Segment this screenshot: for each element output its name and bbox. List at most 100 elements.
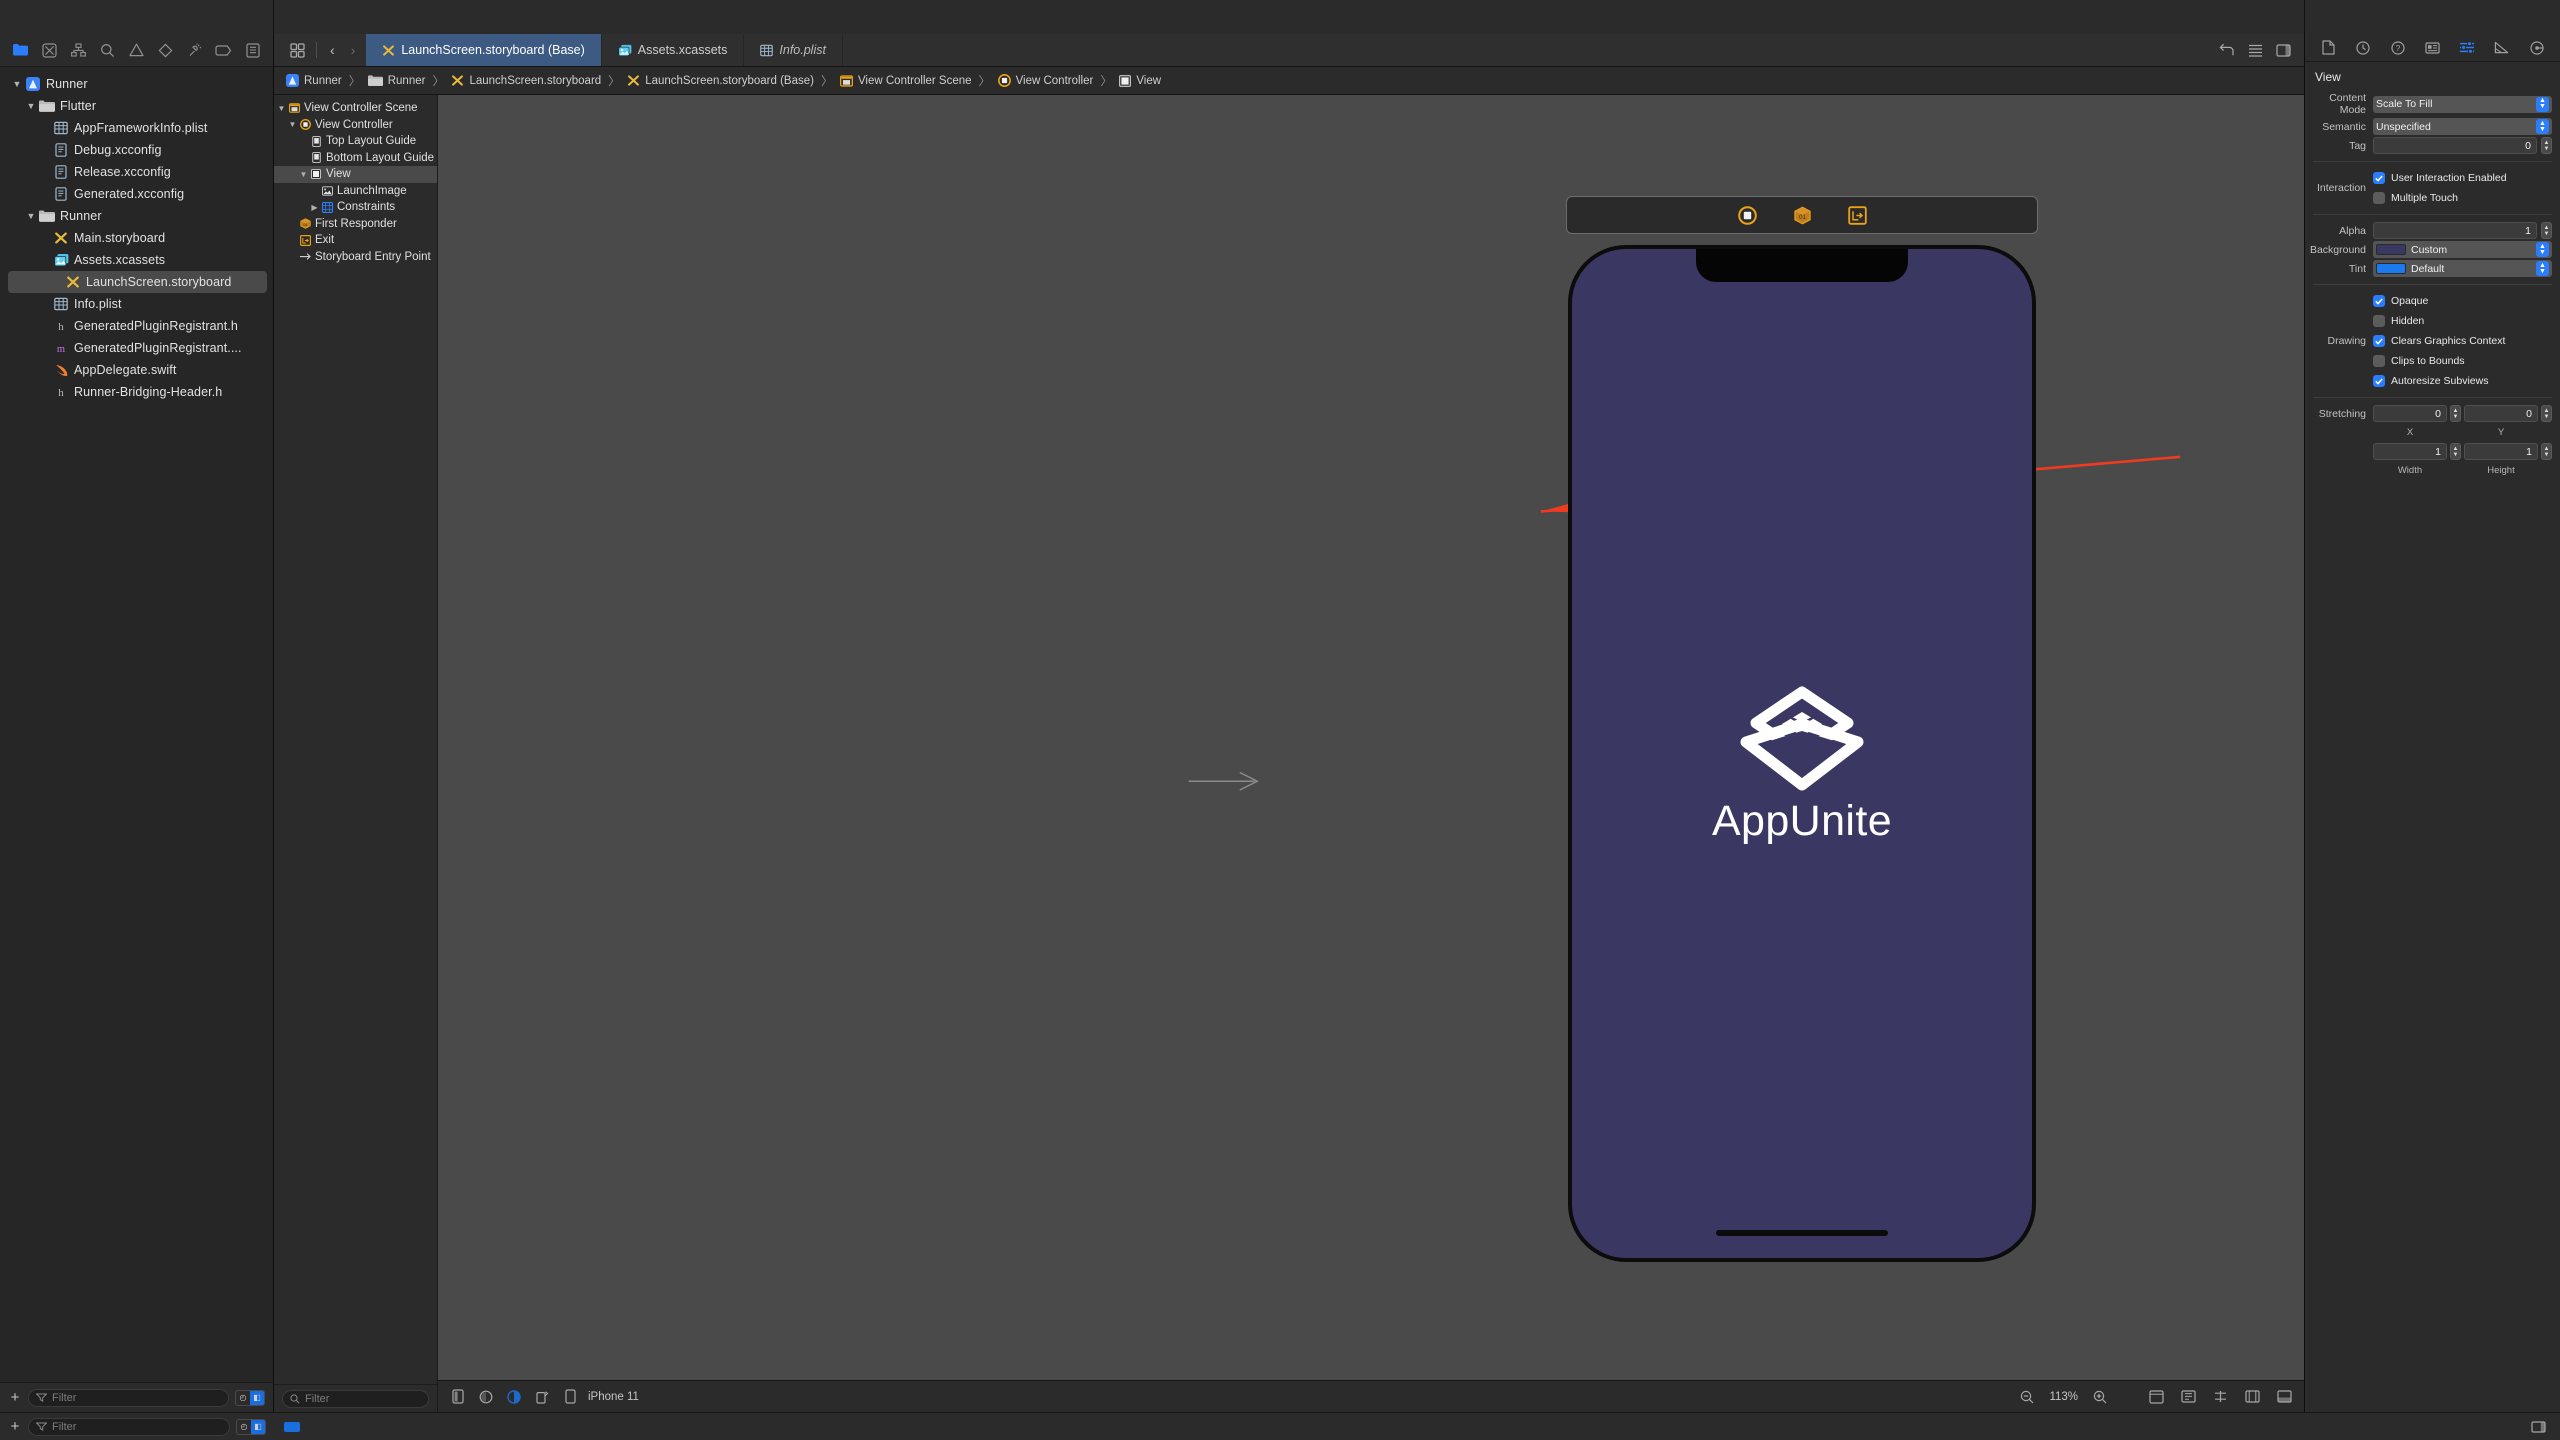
variations-icon[interactable] bbox=[2146, 1387, 2166, 1407]
search-icon[interactable] bbox=[93, 35, 122, 65]
file-tree-row[interactable]: Release.xcconfig bbox=[0, 161, 273, 183]
inspector-toggle-icon[interactable] bbox=[2528, 1417, 2548, 1437]
device-preview-iphone[interactable]: AppUnite bbox=[1568, 245, 2036, 1262]
opaque-checkbox[interactable] bbox=[2373, 295, 2385, 307]
editor-tab[interactable]: Assets.xcassets bbox=[602, 34, 745, 66]
breadcrumb-item[interactable]: Runner bbox=[367, 74, 425, 87]
stretch-y-stepper[interactable]: ▲ ▼ bbox=[2541, 405, 2552, 422]
test-diamond-icon[interactable] bbox=[151, 35, 180, 65]
file-tree-row[interactable]: Info.plist bbox=[0, 293, 273, 315]
disclosure-triangle[interactable]: ▼ bbox=[298, 170, 309, 179]
autoresize-checkbox-row[interactable]: Autoresize Subviews bbox=[2373, 372, 2488, 390]
multiple-touch-checkbox[interactable] bbox=[2373, 192, 2385, 204]
multiple-touch-checkbox-row[interactable]: Multiple Touch bbox=[2373, 189, 2458, 207]
filter-recent-button[interactable]: ◴ bbox=[236, 1391, 250, 1405]
jump-bar-breadcrumb[interactable]: Runner 〉 Runner 〉 LaunchScreen.storyboard 〉 La… bbox=[274, 67, 2304, 95]
outline-row[interactable]: ▼ View Controller bbox=[274, 117, 437, 134]
tag-stepper[interactable]: ▲ ▼ bbox=[2541, 137, 2552, 154]
filter-input-wrapper[interactable]: Filter bbox=[28, 1388, 229, 1407]
exit-icon[interactable] bbox=[1847, 205, 1867, 225]
navigate-forward-button[interactable]: › bbox=[344, 42, 363, 58]
assistant-editor-icon[interactable] bbox=[2270, 37, 2296, 63]
opaque-checkbox-row[interactable]: Opaque bbox=[2373, 292, 2428, 310]
add-button[interactable]: + bbox=[8, 1418, 22, 1435]
symbol-hierarchy-icon[interactable] bbox=[64, 35, 93, 65]
source-control-icon[interactable] bbox=[35, 35, 64, 65]
file-tree-row[interactable]: h Runner-Bridging-Header.h bbox=[0, 381, 273, 403]
status-recent-button[interactable]: ◴ bbox=[237, 1420, 251, 1434]
file-tree-row[interactable]: Assets.xcassets bbox=[0, 249, 273, 271]
outline-row[interactable]: Bottom Layout Guide bbox=[274, 150, 437, 167]
file-tree-row[interactable]: h GeneratedPluginRegistrant.h bbox=[0, 315, 273, 337]
add-constraints-icon[interactable] bbox=[2242, 1387, 2262, 1407]
alpha-input[interactable]: 1 bbox=[2373, 222, 2537, 239]
outline-row[interactable]: Top Layout Guide bbox=[274, 133, 437, 150]
disclosure-triangle[interactable]: ▼ bbox=[10, 79, 24, 89]
device-orientation-icon[interactable] bbox=[448, 1387, 468, 1407]
outline-filter-input[interactable]: Filter bbox=[282, 1389, 429, 1408]
hidden-checkbox-row[interactable]: Hidden bbox=[2373, 312, 2424, 330]
zoom-out-icon[interactable] bbox=[2017, 1387, 2037, 1407]
device-name-label[interactable]: iPhone 11 bbox=[588, 1391, 639, 1403]
file-tree-row[interactable]: Debug.xcconfig bbox=[0, 139, 273, 161]
semantic-select[interactable]: Unspecified ▲ ▼ bbox=[2373, 118, 2552, 135]
user-interaction-checkbox-row[interactable]: User Interaction Enabled bbox=[2373, 169, 2507, 187]
editor-options-icon[interactable] bbox=[2242, 37, 2268, 63]
clips-bounds-checkbox[interactable] bbox=[2373, 355, 2385, 367]
outline-row[interactable]: Storyboard Entry Point bbox=[274, 249, 437, 266]
user-interaction-checkbox[interactable] bbox=[2373, 172, 2385, 184]
stretch-width-input[interactable]: 1 bbox=[2373, 443, 2447, 460]
disclosure-triangle[interactable]: ▶ bbox=[309, 203, 320, 212]
tag-input[interactable]: 0 bbox=[2373, 137, 2537, 154]
stretch-height-input[interactable]: 1 bbox=[2464, 443, 2538, 460]
report-icon[interactable] bbox=[238, 35, 267, 65]
disclosure-triangle[interactable]: ▼ bbox=[276, 104, 287, 113]
quick-help-icon[interactable]: ? bbox=[2386, 37, 2410, 59]
breadcrumb-item[interactable]: LaunchScreen.storyboard (Base) bbox=[627, 74, 814, 87]
folder-icon[interactable] bbox=[6, 35, 35, 65]
align-icon[interactable] bbox=[2210, 1387, 2230, 1407]
status-filter-input[interactable]: Filter bbox=[28, 1417, 230, 1436]
stretch-x-input[interactable]: 0 bbox=[2373, 405, 2447, 422]
file-tree-row[interactable]: m GeneratedPluginRegistrant.... bbox=[0, 337, 273, 359]
appearance-toggle-icon[interactable] bbox=[504, 1387, 524, 1407]
zoom-level-label[interactable]: 113% bbox=[2049, 1391, 2078, 1403]
file-tree-row[interactable]: ▼ Flutter bbox=[0, 95, 273, 117]
file-tree-row[interactable]: Generated.xcconfig bbox=[0, 183, 273, 205]
breakpoint-icon[interactable] bbox=[209, 35, 238, 65]
editor-tab[interactable]: LaunchScreen.storyboard (Base) bbox=[366, 34, 602, 66]
breadcrumb-item[interactable]: View Controller Scene bbox=[839, 75, 972, 87]
outline-visibility-indicator[interactable] bbox=[284, 1421, 300, 1432]
breadcrumb-item[interactable]: LaunchScreen.storyboard bbox=[451, 74, 601, 87]
add-file-button[interactable]: + bbox=[8, 1389, 22, 1406]
breadcrumb-item[interactable]: View bbox=[1119, 75, 1161, 87]
identity-inspector-icon[interactable] bbox=[2420, 37, 2444, 59]
first-responder-icon[interactable]: 01 bbox=[1793, 206, 1812, 225]
outline-row[interactable]: ▼ View Controller Scene bbox=[274, 100, 437, 117]
breadcrumb-item[interactable]: View Controller bbox=[997, 74, 1093, 87]
outline-row[interactable]: ▼ View bbox=[274, 166, 437, 183]
stretch-y-input[interactable]: 0 bbox=[2464, 405, 2538, 422]
background-color-select[interactable]: Custom ▲ ▼ bbox=[2373, 241, 2552, 258]
content-mode-select[interactable]: Scale To Fill ▲ ▼ bbox=[2373, 95, 2552, 113]
file-tree-row[interactable]: ▼ Runner bbox=[0, 73, 273, 95]
zoom-in-icon[interactable] bbox=[2090, 1387, 2110, 1407]
project-file-tree[interactable]: ▼ Runner ▼ Flutter AppFrameworkInfo.plist Deb… bbox=[0, 67, 273, 1382]
outline-row[interactable]: 01 First Responder bbox=[274, 216, 437, 233]
connections-inspector-icon[interactable] bbox=[2525, 37, 2549, 59]
update-frames-icon[interactable] bbox=[2178, 1387, 2198, 1407]
breadcrumb-item[interactable]: Runner bbox=[286, 74, 342, 87]
history-inspector-icon[interactable] bbox=[2351, 37, 2375, 59]
size-inspector-icon[interactable] bbox=[2490, 37, 2514, 59]
tint-color-select[interactable]: Default ▲ ▼ bbox=[2373, 260, 2552, 277]
dark-mode-toggle-icon[interactable] bbox=[476, 1387, 496, 1407]
alpha-stepper[interactable]: ▲ ▼ bbox=[2541, 222, 2552, 239]
autoresize-checkbox[interactable] bbox=[2373, 375, 2385, 387]
disclosure-triangle[interactable]: ▼ bbox=[24, 211, 38, 221]
hidden-checkbox[interactable] bbox=[2373, 315, 2385, 327]
file-inspector-icon[interactable] bbox=[2316, 37, 2340, 59]
attributes-inspector-icon[interactable] bbox=[2455, 37, 2479, 59]
file-tree-row[interactable]: AppFrameworkInfo.plist bbox=[0, 117, 273, 139]
stretch-width-stepper[interactable]: ▲ ▼ bbox=[2450, 443, 2461, 460]
clears-graphics-checkbox[interactable] bbox=[2373, 335, 2385, 347]
